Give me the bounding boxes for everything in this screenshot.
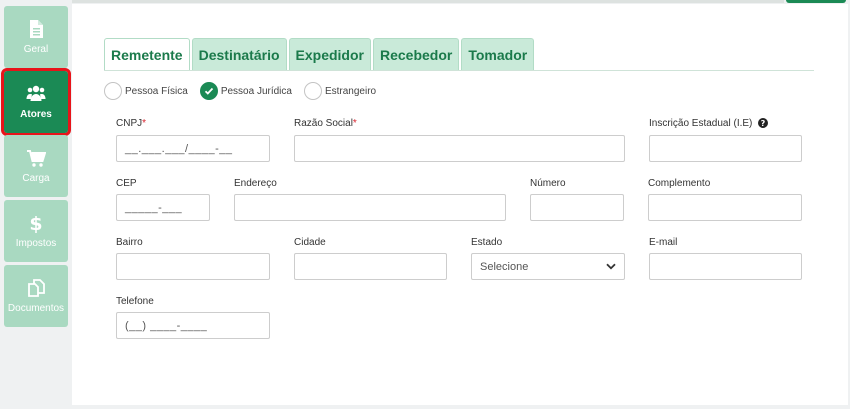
required-mark: *	[142, 118, 147, 129]
dollar-icon: $	[29, 213, 42, 233]
sidebar: Geral Atores Carga $ Impostos Documentos	[0, 0, 71, 409]
radio-circle[interactable]	[199, 82, 218, 100]
cnpj-input[interactable]: __.___.___/____-__	[116, 135, 270, 162]
endereco-input[interactable]	[234, 194, 506, 221]
radio-estrangeiro[interactable]: Estrangeiro	[303, 82, 377, 100]
sidebar-item-label: Impostos	[15, 238, 57, 249]
tab-divider	[104, 70, 814, 71]
sidebar-item-carga[interactable]: Carga	[4, 135, 68, 197]
cnpj-label-text: CNPJ	[116, 118, 143, 129]
users-icon	[26, 85, 46, 101]
numero-label: Número	[530, 178, 566, 189]
cidade-input[interactable]	[294, 253, 447, 280]
sidebar-item-label: Atores	[20, 109, 52, 120]
radio-pessoa-juridica[interactable]: Pessoa Jurídica	[199, 82, 292, 100]
razao-social-label-text: Razão Social	[294, 118, 353, 129]
complemento-input[interactable]	[648, 194, 802, 221]
sidebar-item-geral[interactable]: Geral	[4, 6, 68, 68]
check-icon	[204, 87, 213, 95]
svg-text:$: $	[29, 213, 42, 233]
sidebar-item-documentos[interactable]: Documentos	[4, 265, 68, 327]
actor-tabs: Remetente Destinatário Expedidor Recebed…	[104, 38, 536, 70]
cep-input[interactable]: _____-___	[116, 194, 210, 221]
radio-label: Pessoa Física	[125, 85, 188, 97]
cnpj-mask: __.___.___/____-__	[125, 142, 233, 155]
sidebar-item-label: Documentos	[7, 303, 65, 314]
tab-tomador[interactable]: Tomador	[461, 38, 535, 70]
estado-label: Estado	[471, 237, 503, 248]
sidebar-item-atores[interactable]: Atores	[1, 68, 71, 136]
ie-input[interactable]	[649, 135, 802, 162]
radio-circle[interactable]	[303, 82, 322, 100]
top-divider	[72, 0, 784, 3]
cart-icon	[27, 150, 46, 167]
required-mark: *	[352, 118, 357, 129]
person-type-radios: Pessoa Física Pessoa Jurídica Estrangeir…	[104, 82, 388, 100]
sidebar-item-label: Geral	[23, 44, 49, 55]
cnpj-label: CNPJ*	[116, 118, 146, 129]
top-action-button[interactable]	[786, 0, 846, 3]
sidebar-item-label: Carga	[22, 173, 50, 184]
tab-expedidor[interactable]: Expedidor	[288, 38, 371, 70]
email-input[interactable]	[649, 253, 802, 280]
bairro-input[interactable]	[116, 253, 270, 280]
ie-label-text: Inscrição Estadual (I.E)	[649, 118, 753, 129]
sidebar-item-impostos[interactable]: $ Impostos	[4, 200, 68, 262]
radio-circle[interactable]	[104, 82, 122, 100]
endereco-label: Endereço	[234, 178, 277, 189]
radio-label: Estrangeiro	[324, 85, 377, 97]
razao-social-label: Razão Social*	[294, 118, 357, 129]
help-icon[interactable]: ?	[758, 118, 769, 129]
numero-input[interactable]	[530, 194, 624, 221]
chevron-down-icon	[606, 263, 616, 270]
main-panel: Remetente Destinatário Expedidor Recebed…	[72, 4, 848, 405]
tab-destinatario[interactable]: Destinatário	[191, 38, 287, 70]
email-label: E-mail	[649, 237, 678, 248]
svg-text:?: ?	[761, 119, 766, 128]
estado-select[interactable]: Selecione	[471, 253, 625, 280]
radio-label: Pessoa Jurídica	[220, 85, 292, 97]
ie-label: Inscrição Estadual (I.E) ?	[649, 118, 769, 129]
estado-selected-value: Selecione	[480, 260, 529, 273]
cep-mask: _____-___	[125, 201, 183, 214]
razao-social-input[interactable]	[294, 135, 625, 162]
radio-pessoa-fisica[interactable]: Pessoa Física	[104, 82, 188, 100]
telefone-label: Telefone	[116, 296, 154, 307]
cep-label: CEP	[116, 178, 137, 189]
complemento-label: Complemento	[648, 178, 711, 189]
telefone-input[interactable]: (__) ____-____	[116, 312, 270, 339]
documents-icon	[28, 279, 45, 297]
cidade-label: Cidade	[294, 237, 326, 248]
telefone-mask: (__) ____-____	[125, 319, 208, 332]
bairro-label: Bairro	[116, 237, 143, 248]
tab-remetente[interactable]: Remetente	[104, 38, 190, 70]
tab-recebedor[interactable]: Recebedor	[372, 38, 460, 70]
document-icon	[30, 20, 43, 38]
